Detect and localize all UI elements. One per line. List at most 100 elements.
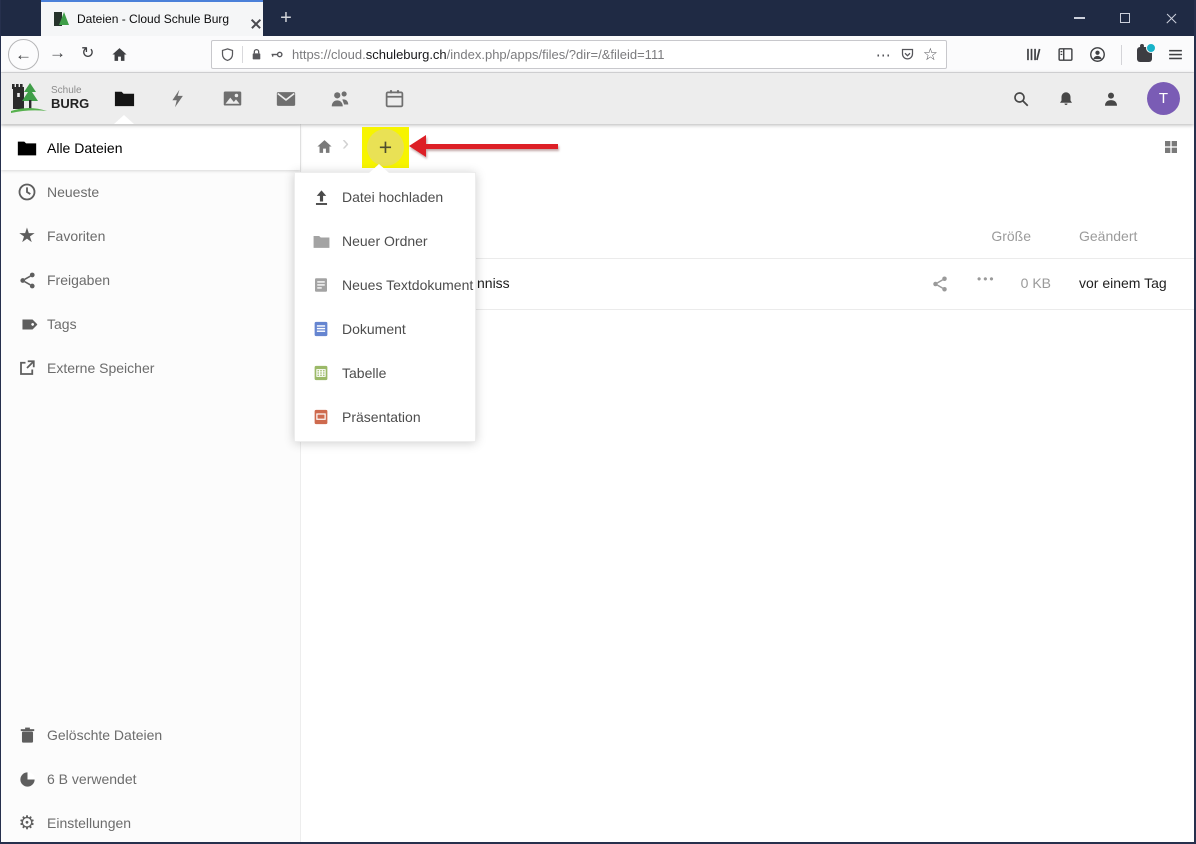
upload-icon: [311, 188, 331, 207]
search-icon[interactable]: [1012, 90, 1030, 108]
sidebar-item-external-storage[interactable]: Externe Speicher: [1, 346, 300, 390]
new-file-plus-button[interactable]: +: [367, 129, 404, 166]
app-activity[interactable]: [151, 73, 205, 124]
menu-item-new-folder[interactable]: Neuer Ordner: [295, 219, 475, 263]
menu-caret: [369, 164, 389, 173]
external-link-icon: [16, 359, 38, 377]
share-icon[interactable]: [931, 275, 949, 293]
app-header: Schule BURG T: [1, 73, 1194, 124]
star-icon: ★: [18, 225, 36, 247]
minimize-button[interactable]: [1056, 0, 1102, 36]
header-right: T: [1012, 73, 1180, 124]
schule-burg-logo[interactable]: Schule BURG: [9, 79, 97, 119]
bolt-icon: [168, 88, 189, 109]
sidebars-icon[interactable]: [1057, 46, 1074, 63]
tab-title: Dateien - Cloud Schule Burg: [77, 12, 230, 26]
grid-view-toggle-icon[interactable]: [1163, 139, 1179, 155]
sidebar-item-deleted-files[interactable]: Gelöschte Dateien: [1, 713, 300, 757]
new-file-menu: Datei hochladen Neuer Ordner Neues Textd…: [294, 164, 476, 442]
toolbar-divider: [1121, 44, 1122, 65]
new-button-highlight[interactable]: +: [362, 127, 409, 168]
people-icon: [329, 88, 351, 110]
castle-tree-logo-icon: [11, 82, 47, 113]
mail-icon: [275, 88, 297, 110]
trash-icon: [16, 726, 38, 745]
folder-icon: [16, 137, 38, 159]
active-app-caret: [114, 115, 134, 124]
document-icon: [311, 320, 331, 338]
menu-item-new-text-document[interactable]: Neues Textdokument: [295, 263, 475, 307]
breadcrumb-chevron-icon: ›: [342, 132, 349, 155]
menu-hamburger-icon[interactable]: [1167, 46, 1184, 63]
image-icon: [222, 88, 243, 109]
files-sidebar: Alle Dateien Neueste ★ Favoriten Freigab…: [1, 124, 301, 842]
menu-item-document[interactable]: Dokument: [295, 307, 475, 351]
sidebar-item-shares[interactable]: Freigaben: [1, 258, 300, 302]
maximize-button[interactable]: [1102, 0, 1148, 36]
new-tab-button[interactable]: +: [271, 0, 301, 36]
sidebar-item-settings[interactable]: ⚙ Einstellungen: [1, 801, 300, 842]
titlebar: Dateien - Cloud Schule Burg +: [1, 0, 1194, 36]
file-size: 0 KB: [1020, 275, 1051, 291]
account-icon[interactable]: [1089, 46, 1106, 63]
text-file-icon: [311, 276, 331, 294]
site-favicon-icon: [53, 11, 69, 27]
sidebar-item-recent[interactable]: Neueste: [1, 170, 300, 214]
forward-button[interactable]: →: [49, 43, 66, 63]
gear-icon: ⚙: [18, 812, 36, 834]
logo-text-burg: BURG: [51, 95, 90, 111]
presentation-icon: [311, 408, 331, 426]
url-bar[interactable]: https://cloud.schuleburg.ch/index.php/ap…: [211, 40, 947, 69]
bookmark-star-icon[interactable]: ☆: [923, 45, 938, 65]
url-text[interactable]: https://cloud.schuleburg.ch/index.php/ap…: [292, 47, 868, 62]
back-button[interactable]: ←: [8, 39, 39, 70]
folder-icon: [311, 232, 331, 251]
sidebar-item-quota[interactable]: 6 B verwendet: [1, 757, 300, 801]
window-controls: [1056, 0, 1194, 36]
menu-item-presentation[interactable]: Präsentation: [295, 395, 475, 439]
user-avatar[interactable]: T: [1147, 82, 1180, 115]
clock-icon: [16, 182, 38, 202]
browser-window: Dateien - Cloud Schule Burg + ← → ↻ http…: [0, 0, 1196, 844]
app-gallery[interactable]: [205, 73, 259, 124]
lock-icon[interactable]: [250, 48, 263, 61]
app-nav: [97, 73, 421, 124]
column-header-size[interactable]: Größe: [941, 228, 1031, 244]
close-button[interactable]: [1148, 0, 1194, 36]
page-actions-icon[interactable]: ⋯: [876, 46, 892, 64]
more-actions-icon[interactable]: •••: [977, 272, 996, 286]
tab-close-icon[interactable]: [245, 13, 257, 25]
toolbar-right: [1025, 36, 1184, 73]
column-header-modified[interactable]: Geändert: [1079, 228, 1137, 244]
contacts-person-icon[interactable]: [1102, 90, 1120, 108]
file-modified: vor einem Tag: [1079, 275, 1167, 291]
sidebar-item-tags[interactable]: Tags: [1, 302, 300, 346]
reload-button[interactable]: ↻: [81, 43, 94, 63]
urlbar-divider: [242, 46, 243, 63]
browser-tab[interactable]: Dateien - Cloud Schule Burg: [41, 0, 263, 36]
url-domain: schuleburg.ch: [365, 47, 447, 62]
calendar-icon: [384, 88, 405, 109]
app-calendar[interactable]: [367, 73, 421, 124]
app-contacts[interactable]: [313, 73, 367, 124]
app-files[interactable]: [97, 73, 151, 124]
tracking-protection-shield-icon[interactable]: [220, 47, 235, 62]
app-mail[interactable]: [259, 73, 313, 124]
spreadsheet-icon: [311, 364, 331, 382]
menu-item-upload[interactable]: Datei hochladen: [295, 175, 475, 219]
sidebar-item-favorites[interactable]: ★ Favoriten: [1, 214, 300, 258]
file-name[interactable]: nniss: [477, 275, 510, 291]
breadcrumb-home-icon[interactable]: [316, 138, 333, 155]
menu-item-spreadsheet[interactable]: Tabelle: [295, 351, 475, 395]
pocket-icon[interactable]: [900, 47, 915, 62]
home-button[interactable]: [111, 46, 128, 63]
quota-pie-icon: [16, 770, 38, 789]
extension-icon[interactable]: [1137, 43, 1156, 62]
nav-toolbar: ← → ↻ https://cloud.schuleburg.ch/index.…: [1, 36, 1194, 73]
sidebar-item-all-files[interactable]: Alle Dateien: [1, 126, 300, 170]
notifications-bell-icon[interactable]: [1057, 90, 1075, 108]
key-icon[interactable]: [269, 48, 285, 61]
tag-icon: [16, 315, 38, 334]
share-icon: [16, 271, 38, 290]
library-icon[interactable]: [1025, 46, 1042, 63]
